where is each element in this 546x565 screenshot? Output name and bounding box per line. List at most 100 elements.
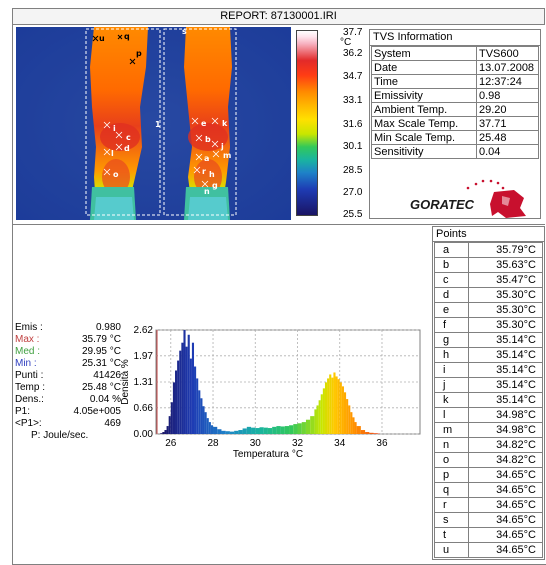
- point-name: q: [434, 482, 469, 498]
- color-scale-bar: [296, 30, 318, 216]
- report-title: REPORT: 87130001.IRI: [12, 8, 545, 25]
- chart-bar: [356, 426, 361, 434]
- chart-bar: [335, 376, 338, 434]
- chart-bar: [352, 417, 355, 434]
- tvs-row-min-scale-temp: Min Scale Temp. 25.48: [371, 130, 539, 145]
- scale-label: 27.0: [343, 187, 363, 198]
- point-row-b[interactable]: b 35.63°C: [434, 257, 543, 273]
- point-row-t[interactable]: t 34.65°C: [434, 527, 543, 543]
- tvs-row-time: Time 12:37:24: [371, 74, 539, 89]
- point-row-k[interactable]: k 35.14°C: [434, 392, 543, 408]
- chart-bar: [170, 402, 173, 434]
- goratec-logo-text: GORATEC: [410, 197, 475, 212]
- point-name: g: [434, 332, 469, 348]
- point-row-d[interactable]: d 35.30°C: [434, 287, 543, 303]
- point-row-j[interactable]: j 35.14°C: [434, 377, 543, 393]
- stat-label: Emis :: [15, 322, 43, 333]
- chart-bar: [322, 388, 325, 434]
- chart-bar: [238, 430, 243, 434]
- point-value: 34.82°C: [468, 437, 543, 453]
- point-row-f[interactable]: f 35.30°C: [434, 317, 543, 333]
- point-row-s[interactable]: s 34.65°C: [434, 512, 543, 528]
- chart-bar: [255, 428, 260, 434]
- marker-label-i: i: [113, 124, 116, 133]
- stat-row: Emis :0.980: [15, 322, 121, 334]
- point-value: 35.14°C: [468, 347, 543, 363]
- point-row-e[interactable]: e 35.30°C: [434, 302, 543, 318]
- points-table: a 35.79°C b 35.63°C c 35.47°C d 35.30°C e 35.30°C…: [434, 242, 543, 558]
- point-row-m[interactable]: m 34.98°C: [434, 422, 543, 438]
- point-name: u: [434, 542, 469, 558]
- chart-y-tick-label: 2.62: [134, 325, 154, 336]
- point-row-r[interactable]: r 34.65°C: [434, 497, 543, 513]
- chart-bar: [172, 382, 176, 434]
- point-row-i[interactable]: i 35.14°C: [434, 362, 543, 378]
- chart-bar: [183, 330, 186, 434]
- chart-y-tick-label: 1.97: [134, 351, 154, 362]
- point-row-q[interactable]: q 34.65°C: [434, 482, 543, 498]
- chart-bar: [316, 405, 319, 434]
- point-value: 34.65°C: [468, 527, 543, 543]
- chart-bar: [242, 428, 247, 434]
- point-row-c[interactable]: c 35.47°C: [434, 272, 543, 288]
- chart-bar: [314, 409, 317, 434]
- stat-value: 4.05e+005: [73, 406, 121, 417]
- stat-row: Dens.: 0.04 %: [15, 394, 121, 406]
- chart-x-tick-label: 34: [334, 438, 346, 449]
- point-value: 35.63°C: [468, 257, 543, 273]
- chart-y-tick-label: 0.66: [134, 403, 154, 414]
- stat-footer: P: Joule/sec.: [15, 430, 121, 442]
- chart-bar: [175, 370, 178, 434]
- chart-bar: [354, 422, 357, 434]
- marker-label-h: h: [209, 170, 215, 179]
- chart-bar: [331, 377, 334, 434]
- chart-bar: [293, 424, 298, 434]
- point-row-o[interactable]: o 34.82°C: [434, 452, 543, 468]
- chart-bar: [289, 425, 294, 434]
- stat-label: Max :: [15, 334, 40, 345]
- chart-bar: [280, 426, 285, 434]
- tvs-key: Sensitivity: [371, 144, 477, 159]
- chart-bar: [181, 342, 184, 434]
- point-value: 35.79°C: [468, 242, 543, 258]
- chart-bar: [267, 428, 273, 434]
- point-row-a[interactable]: a 35.79°C: [434, 242, 543, 258]
- point-name: s: [434, 512, 469, 528]
- chart-bar: [162, 432, 165, 434]
- scale-label-max: 37.7: [343, 27, 363, 38]
- point-row-n[interactable]: n 34.82°C: [434, 437, 543, 453]
- chart-bar: [341, 386, 344, 434]
- chart-bar: [194, 366, 197, 434]
- point-name: h: [434, 347, 469, 363]
- chart-bar: [329, 374, 332, 434]
- point-value: 34.65°C: [468, 542, 543, 558]
- thermogram-image: u q p s 1 e k i c b j d l a m r o h g n: [16, 27, 291, 220]
- marker-label-j: j: [220, 142, 224, 151]
- tvs-information-header: TVS Information: [370, 30, 540, 46]
- marker-label-e: e: [201, 119, 207, 128]
- point-name: o: [434, 452, 469, 468]
- chart-bar: [189, 358, 192, 434]
- temperature-histogram: 0.00 0.66 1.31 1.97 2.62 26 28 30 32 34 36 Temperat…: [120, 325, 421, 460]
- point-row-l[interactable]: l 34.98°C: [434, 407, 543, 423]
- chart-bar: [276, 426, 281, 434]
- tvs-row-emissivity: Emissivity 0.98: [371, 88, 539, 103]
- chart-bar: [301, 422, 306, 434]
- marker-label-d: d: [124, 144, 130, 153]
- chart-bar: [217, 429, 222, 434]
- chart-bar: [234, 430, 239, 434]
- point-name: t: [434, 527, 469, 543]
- chart-bar: [221, 430, 226, 434]
- tvs-row-system: System TVS600: [371, 46, 539, 61]
- chart-bar: [251, 427, 256, 434]
- point-row-g[interactable]: g 35.14°C: [434, 332, 543, 348]
- chart-bar: [210, 425, 214, 434]
- point-row-u[interactable]: u 34.65°C: [434, 542, 543, 558]
- chart-bar: [320, 394, 323, 434]
- point-name: c: [434, 272, 469, 288]
- tvs-value: 25.48: [476, 130, 539, 145]
- point-row-p[interactable]: p 34.65°C: [434, 467, 543, 483]
- point-row-h[interactable]: h 35.14°C: [434, 347, 543, 363]
- chart-x-tick-label: 30: [250, 438, 262, 449]
- chart-bar: [324, 382, 328, 434]
